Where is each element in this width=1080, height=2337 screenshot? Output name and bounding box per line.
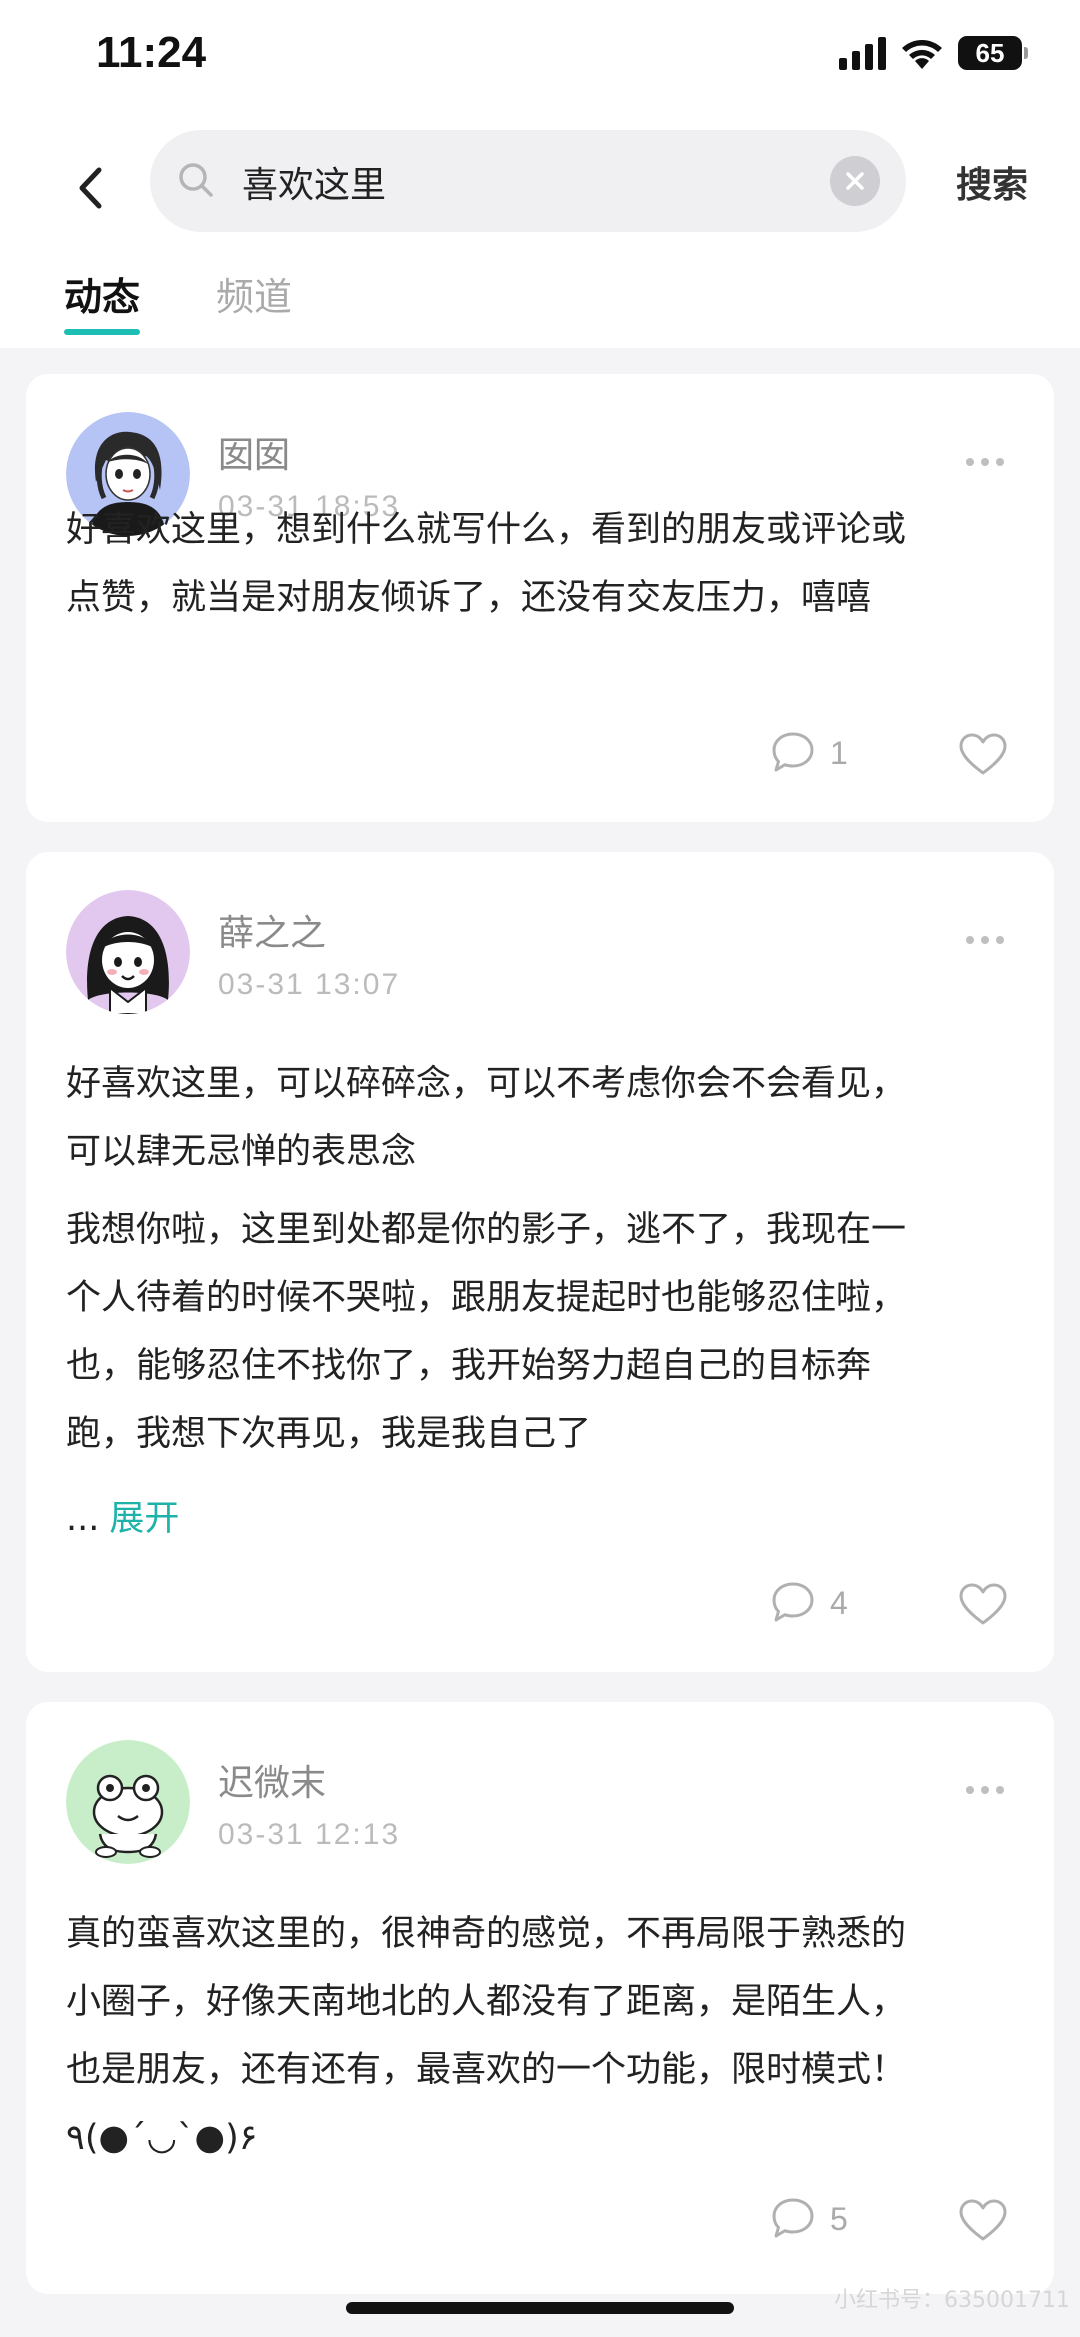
tab-bar: 动态 频道 <box>64 266 292 335</box>
home-indicator <box>346 2302 734 2314</box>
like-button[interactable] <box>958 2198 1008 2246</box>
cartoon-girl-avatar <box>66 890 190 1014</box>
post-card[interactable]: 薛之之 03-31 13:07 好喜欢这里，可以碎碎念，可以不考虑你会不会看见，… <box>26 852 1054 1672</box>
back-button[interactable] <box>70 158 110 218</box>
user-name[interactable]: 迟微末 <box>218 1754 326 1806</box>
like-button[interactable] <box>958 732 1008 780</box>
back-icon <box>79 167 102 209</box>
comment-icon <box>772 2198 814 2238</box>
user-name[interactable]: 囡囡 <box>218 426 290 478</box>
status-time: 11:24 <box>96 28 207 77</box>
comment-count: 1 <box>830 734 848 771</box>
user-name[interactable]: 薛之之 <box>218 904 326 956</box>
search-button[interactable]: 搜索 <box>956 156 1028 208</box>
watermark: 小红书号：635001711 <box>834 2288 1070 2313</box>
avatar[interactable] <box>66 1740 190 1864</box>
heart-icon <box>959 1583 1007 1625</box>
post-card[interactable]: 迟微末 03-31 12:13 真的蛮喜欢这里的，很神奇的感觉，不再局限于熟悉的… <box>26 1702 1054 2294</box>
search-query: 喜欢这里 <box>242 165 387 206</box>
battery-icon: 65 <box>958 36 1028 70</box>
more-options-icon[interactable] <box>966 458 1004 466</box>
search-icon <box>179 163 213 197</box>
tab-channels[interactable]: 频道 <box>216 266 292 335</box>
comment-count: 4 <box>830 1584 848 1621</box>
like-button[interactable] <box>958 1582 1008 1630</box>
heart-icon <box>959 733 1007 775</box>
clear-button[interactable] <box>830 156 880 206</box>
post-time: 03-31 12:13 <box>218 1818 401 1851</box>
more-options-icon[interactable] <box>966 1786 1004 1794</box>
avatar[interactable] <box>66 890 190 1014</box>
post-text: 真的蛮喜欢这里的，很神奇的感觉，不再局限于熟悉的 小圈子，好像天南地北的人都没有… <box>66 1914 907 2158</box>
post-text: 好喜欢这里，可以碎碎念，可以不考虑你会不会看见， 可以肆无忌惮的表思念 <box>66 1064 907 1172</box>
clear-icon <box>846 172 864 190</box>
post-card[interactable]: 囡囡 03-31 18:53 好喜欢这里，想到什么就写什么，看到的朋友或评论或 … <box>26 374 1054 822</box>
status-bar: 11:24 65 <box>0 0 1080 118</box>
comment-icon <box>772 732 814 772</box>
search-header: 喜欢这里 搜索 动态 频道 <box>0 118 1080 348</box>
tab-feed[interactable]: 动态 <box>64 266 141 335</box>
more-options-icon[interactable] <box>966 936 1004 944</box>
expand-link[interactable]: 展开 <box>109 1499 179 1539</box>
post-text: 我想你啦，这里到处都是你的影子，逃不了，我现在一 个人待着的时候不哭啦，跟朋友提… <box>66 1210 907 1454</box>
signal-icon <box>839 36 886 70</box>
ellipsis: ... <box>66 1499 100 1539</box>
heart-icon <box>959 2199 1007 2241</box>
post-text: 好喜欢这里，想到什么就写什么，看到的朋友或评论或 点赞，就当是对朋友倾诉了，还没… <box>66 510 907 618</box>
wifi-icon <box>902 40 942 69</box>
search-input[interactable]: 喜欢这里 <box>150 130 906 232</box>
comment-count: 5 <box>830 2200 848 2237</box>
comment-icon <box>772 1582 814 1622</box>
status-icons: 65 <box>839 36 1028 70</box>
comment-button[interactable]: 5 <box>770 2196 848 2242</box>
post-time: 03-31 13:07 <box>218 968 401 1001</box>
battery-level: 65 <box>975 37 1005 68</box>
frog-avatar <box>66 1740 190 1864</box>
comment-button[interactable]: 4 <box>770 1580 848 1626</box>
comment-button[interactable]: 1 <box>770 730 848 776</box>
screen: 11:24 65 喜欢这里 搜索 动态 频道 囡囡 03-31 18:53 好喜… <box>0 0 1080 2337</box>
expand-row: ... 展开 <box>66 1490 179 1541</box>
